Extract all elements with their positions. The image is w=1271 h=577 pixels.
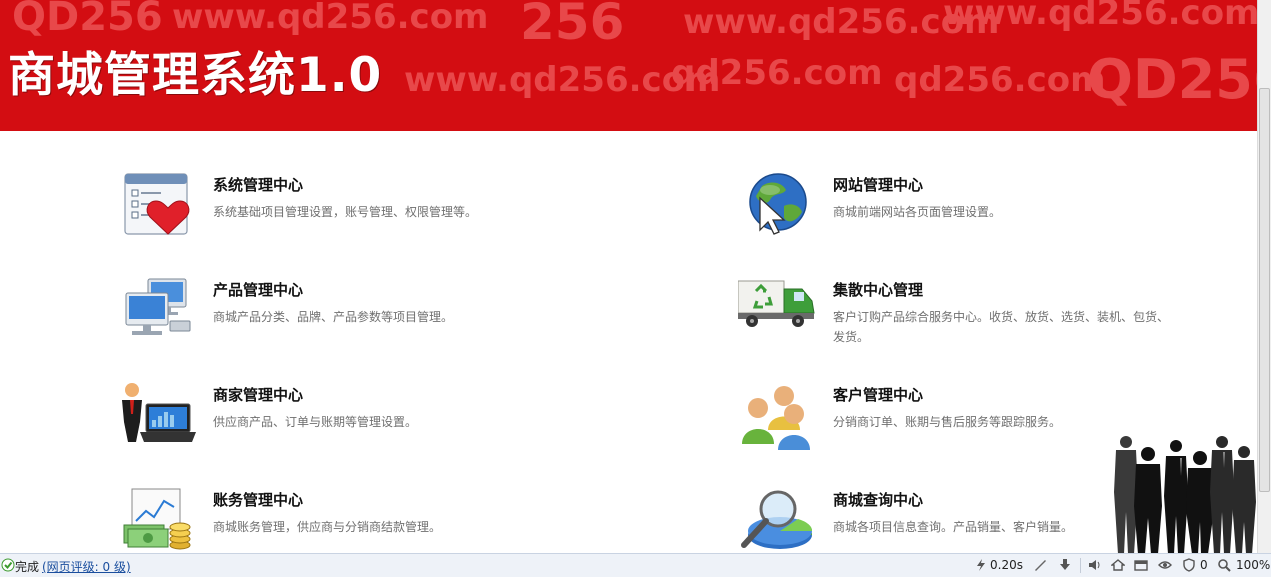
- magnifier-pie-icon: [741, 490, 813, 549]
- module-description: 商城账务管理，供应商与分销商结款管理。: [213, 520, 442, 534]
- business-people-silhouette: [1114, 436, 1256, 554]
- speaker-icon[interactable]: [1087, 558, 1101, 572]
- lightning-icon: [977, 559, 985, 571]
- module-title[interactable]: 客户管理中心: [833, 384, 923, 405]
- divider: [1080, 558, 1081, 573]
- module-description: 系统基础项目管理设置，账号管理、权限管理等。: [213, 205, 478, 219]
- load-time: 0.20s: [990, 558, 1023, 572]
- settings-heart-icon: [124, 173, 190, 235]
- blocked-count: 0: [1200, 558, 1208, 572]
- brush-icon[interactable]: [1033, 558, 1047, 572]
- users-group-icon: [742, 386, 810, 450]
- watermark: QD256: [1087, 48, 1257, 111]
- home-icon[interactable]: [1111, 558, 1125, 572]
- module-product-management[interactable]: 产品管理中心 商城产品分类、品牌、产品参数等项目管理。: [118, 277, 558, 349]
- header-banner: QD256 www.qd256.com 256 www.qd256.com ww…: [0, 0, 1257, 131]
- watermark: qd256.com: [671, 53, 883, 93]
- module-description: 客户订购产品综合服务中心。收货、放货、选货、装机、包货、发货。: [833, 310, 1170, 344]
- module-description: 分销商订单、账期与售后服务等跟踪服务。: [833, 415, 1062, 429]
- finance-chart-coins-icon: [123, 488, 191, 550]
- download-icon[interactable]: [1058, 558, 1072, 572]
- watermark: www.qd256.com: [172, 0, 489, 37]
- watermark: 256: [520, 0, 625, 51]
- module-description: 供应商产品、订单与账期等管理设置。: [213, 415, 418, 429]
- globe-cursor-icon: [749, 173, 807, 235]
- watermark: www.qd256.com: [943, 0, 1257, 33]
- module-title[interactable]: 商城查询中心: [833, 489, 923, 510]
- recycle-truck-icon: [738, 280, 815, 327]
- vertical-scrollbar[interactable]: [1257, 0, 1271, 553]
- eye-icon[interactable]: [1158, 558, 1172, 572]
- window-icon[interactable]: [1134, 558, 1148, 572]
- module-merchant-management[interactable]: 商家管理中心 供应商产品、订单与账期等管理设置。: [118, 382, 558, 454]
- zoom-icon[interactable]: [1217, 558, 1231, 572]
- zoom-level[interactable]: 100%: [1236, 558, 1270, 572]
- app-title: 商城管理系统1.0: [8, 48, 383, 103]
- module-title[interactable]: 系统管理中心: [213, 174, 303, 195]
- check-icon: [1, 558, 15, 572]
- module-title[interactable]: 网站管理中心: [833, 174, 923, 195]
- browser-status-bar: 完成 (网页评级: 0 级) 0.20s 0 100%: [0, 553, 1271, 577]
- module-description: 商城产品分类、品牌、产品参数等项目管理。: [213, 310, 454, 324]
- module-title[interactable]: 账务管理中心: [213, 489, 303, 510]
- status-text: 完成: [15, 560, 40, 574]
- module-title[interactable]: 产品管理中心: [213, 279, 303, 300]
- watermark: qd256.com: [894, 60, 1106, 100]
- module-finance-management[interactable]: 账务管理中心 商城账务管理，供应商与分销商结款管理。: [118, 487, 558, 553]
- module-system-management[interactable]: 系统管理中心 系统基础项目管理设置，账号管理、权限管理等。: [118, 172, 558, 244]
- watermark: QD256: [12, 0, 163, 40]
- module-title[interactable]: 集散中心管理: [833, 279, 923, 300]
- module-description: 商城前端网站各页面管理设置。: [833, 205, 1002, 219]
- businessman-laptop-icon: [122, 383, 196, 442]
- shield-icon[interactable]: [1182, 558, 1196, 572]
- page-rating-link[interactable]: (网页评级: 0 级): [42, 558, 131, 575]
- module-distribution-management[interactable]: 集散中心管理 客户订购产品综合服务中心。收货、放货、选货、装机、包货、发货。: [738, 277, 1178, 359]
- module-title[interactable]: 商家管理中心: [213, 384, 303, 405]
- module-website-management[interactable]: 网站管理中心 商城前端网站各页面管理设置。: [738, 172, 1178, 244]
- computers-icon: [125, 278, 191, 335]
- scrollbar-thumb[interactable]: [1259, 88, 1270, 492]
